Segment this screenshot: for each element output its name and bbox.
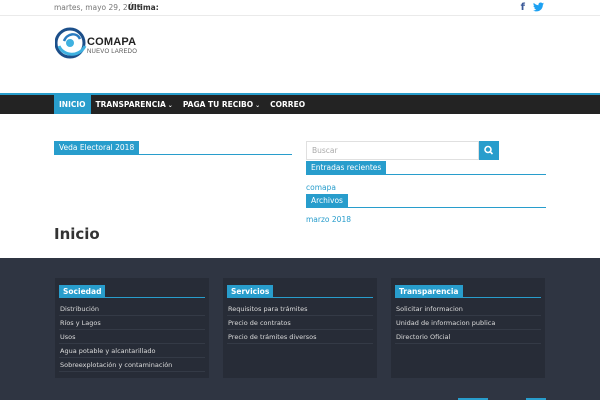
recent-posts-title: Entradas recientes <box>306 161 387 174</box>
social-links: f <box>521 2 544 15</box>
nav-item-inicio[interactable]: INICIO <box>54 95 91 114</box>
footer-link[interactable]: Precio de trámites diversos <box>227 330 373 344</box>
footer-link[interactable]: Directorio Oficial <box>395 330 541 344</box>
chevron-down-icon: ⌄ <box>167 102 173 109</box>
footer-column-sociedad: Sociedad Distribución Ríos y Lagos Usos … <box>55 278 209 378</box>
nav-item-paga-tu-recibo[interactable]: PAGA TU RECIBO ⌄ <box>178 95 265 114</box>
archives-title: Archivos <box>306 194 348 207</box>
recent-post-link[interactable]: comapa <box>306 183 336 192</box>
page-title: Inicio <box>54 225 100 243</box>
recent-posts-underline <box>306 174 546 175</box>
main-navigation: INICIO TRANSPARENCIA ⌄ PAGA TU RECIBO ⌄ CO… <box>0 93 600 114</box>
footer-column-transparencia: Transparencia Solicitar informacion Unid… <box>391 278 545 378</box>
twitter-icon[interactable] <box>533 2 544 15</box>
logo-name: COMAPA <box>87 36 137 48</box>
archives-underline <box>306 207 546 208</box>
facebook-icon[interactable]: f <box>521 2 525 15</box>
section-title-underline <box>54 154 292 155</box>
footer-title-underline <box>227 297 373 298</box>
logo-subtitle: NUEVO LAREDO <box>87 49 138 55</box>
footer-link[interactable]: Sobreexplotación y contaminación <box>59 358 205 372</box>
footer-title-underline <box>395 297 541 298</box>
water-drop-logo-icon <box>55 27 87 59</box>
latest-news-label: Última: <box>128 3 159 12</box>
footer-title-underline <box>59 297 205 298</box>
footer-link[interactable]: Usos <box>59 330 205 344</box>
search-input[interactable]: Buscar <box>306 141 479 160</box>
footer-link[interactable]: Ríos y Lagos <box>59 316 205 330</box>
footer-link[interactable]: Requisitos para trámites <box>227 302 373 316</box>
site-logo[interactable]: COMAPA NUEVO LAREDO <box>55 24 165 64</box>
footer-link[interactable]: Unidad de informacion publica <box>395 316 541 330</box>
top-bar: martes, mayo 29, 2018 Última: f <box>0 0 600 16</box>
archive-link[interactable]: marzo 2018 <box>306 215 351 224</box>
nav-label: CORREO <box>270 100 306 109</box>
nav-label: PAGA TU RECIBO <box>182 100 254 109</box>
footer-column-servicios: Servicios Requisitos para trámites Preci… <box>223 278 377 378</box>
section-title[interactable]: Veda Electoral 2018 <box>54 141 140 154</box>
nav-item-transparencia[interactable]: TRANSPARENCIA ⌄ <box>91 95 178 114</box>
nav-label: INICIO <box>59 100 86 109</box>
footer-link[interactable]: Precio de contratos <box>227 316 373 330</box>
nav-item-correo[interactable]: CORREO <box>265 95 310 114</box>
chevron-down-icon: ⌄ <box>255 102 261 109</box>
search-button[interactable] <box>479 141 499 160</box>
nav-label: TRANSPARENCIA <box>95 100 166 109</box>
footer-link[interactable]: Distribución <box>59 302 205 316</box>
footer-link[interactable]: Solicitar informacion <box>395 302 541 316</box>
search-icon <box>484 145 494 155</box>
footer-link[interactable]: Agua potable y alcantarillado <box>59 344 205 358</box>
site-footer: Sociedad Distribución Ríos y Lagos Usos … <box>0 258 600 400</box>
